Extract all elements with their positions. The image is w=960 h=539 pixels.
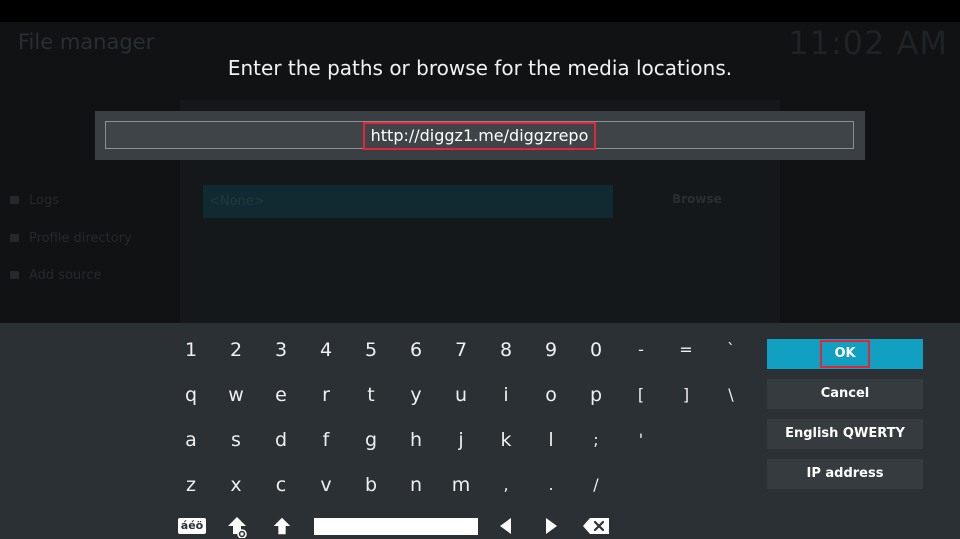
shift-key[interactable] [262,512,302,539]
key-k[interactable]: k [486,422,526,458]
backspace-icon [583,518,609,534]
accent-key-label: áéö [177,518,207,534]
key-backtick[interactable]: ` [711,332,751,368]
shift-arrow-icon [273,517,291,535]
key-g[interactable]: g [351,422,391,458]
key-equals[interactable]: = [666,332,706,368]
key-backslash[interactable]: \ [711,377,751,413]
folder-icon [10,196,19,204]
key-7[interactable]: 7 [441,332,481,368]
path-input-value: http://diggz1.me/diggzrepo [362,122,597,150]
backspace-key[interactable] [576,512,616,539]
key-h[interactable]: h [396,422,436,458]
key-semicolon[interactable]: ; [576,422,616,458]
key-4[interactable]: 4 [306,332,346,368]
key-n[interactable]: n [396,467,436,503]
key-8[interactable]: 8 [486,332,526,368]
key-v[interactable]: v [306,467,346,503]
key-1[interactable]: 1 [171,332,211,368]
space-bar [314,517,478,535]
ok-button[interactable]: OK [767,339,923,369]
folder-icon [10,234,19,242]
key-w[interactable]: w [216,377,256,413]
key-s[interactable]: s [216,422,256,458]
key-slash[interactable]: / [576,467,616,503]
key-6[interactable]: 6 [396,332,436,368]
key-9[interactable]: 9 [531,332,571,368]
ok-button-label: OK [820,340,870,368]
key-b[interactable]: b [351,467,391,503]
key-left-bracket[interactable]: [ [621,377,661,413]
key-period[interactable]: . [531,467,571,503]
key-2[interactable]: 2 [216,332,256,368]
caps-lock-icon [228,517,247,538]
key-apostrophe[interactable]: ' [621,422,661,458]
key-z[interactable]: z [171,467,211,503]
key-3[interactable]: 3 [261,332,301,368]
key-0[interactable]: 0 [576,332,616,368]
folder-icon [10,271,19,279]
triangle-left-icon [500,518,511,534]
key-q[interactable]: q [171,377,211,413]
background-sidebar-item-add-source: Add source [10,268,101,283]
key-comma[interactable]: , [486,467,526,503]
keyboard-layout-button[interactable]: English QWERTY [767,419,923,449]
dialog-prompt: Enter the paths or browse for the media … [227,56,733,80]
key-p[interactable]: p [576,377,616,413]
background-sidebar-item-profile: Profile directory [10,231,132,246]
path-input[interactable]: http://diggz1.me/diggzrepo [105,121,854,150]
key-j[interactable]: j [441,422,481,458]
background-browse-label: Browse [672,192,722,206]
space-key[interactable] [314,512,478,539]
key-r[interactable]: r [306,377,346,413]
key-i[interactable]: i [486,377,526,413]
key-u[interactable]: u [441,377,481,413]
ip-address-button[interactable]: IP address [767,459,923,489]
caps-lock-key[interactable] [217,512,257,539]
key-l[interactable]: l [531,422,571,458]
key-d[interactable]: d [261,422,301,458]
background-window-title: File manager [18,30,155,54]
key-x[interactable]: x [216,467,256,503]
key-m[interactable]: m [441,467,481,503]
key-t[interactable]: t [351,377,391,413]
key-f[interactable]: f [306,422,346,458]
key-c[interactable]: c [261,467,301,503]
key-5[interactable]: 5 [351,332,391,368]
key-minus[interactable]: - [621,332,661,368]
key-e[interactable]: e [261,377,301,413]
background-none-field: <None> [203,185,613,218]
background-sidebar-item-logs: Logs [10,193,59,208]
cancel-button[interactable]: Cancel [767,379,923,409]
triangle-right-icon [546,518,557,534]
key-o[interactable]: o [531,377,571,413]
key-a[interactable]: a [171,422,211,458]
screen: File manager 11:02 AM <None> Browse Logs… [0,0,960,539]
cursor-left-key[interactable] [486,512,526,539]
key-right-bracket[interactable]: ] [666,377,706,413]
key-y[interactable]: y [396,377,436,413]
accent-symbols-key[interactable]: áéö [172,512,212,539]
cursor-right-key[interactable] [531,512,571,539]
